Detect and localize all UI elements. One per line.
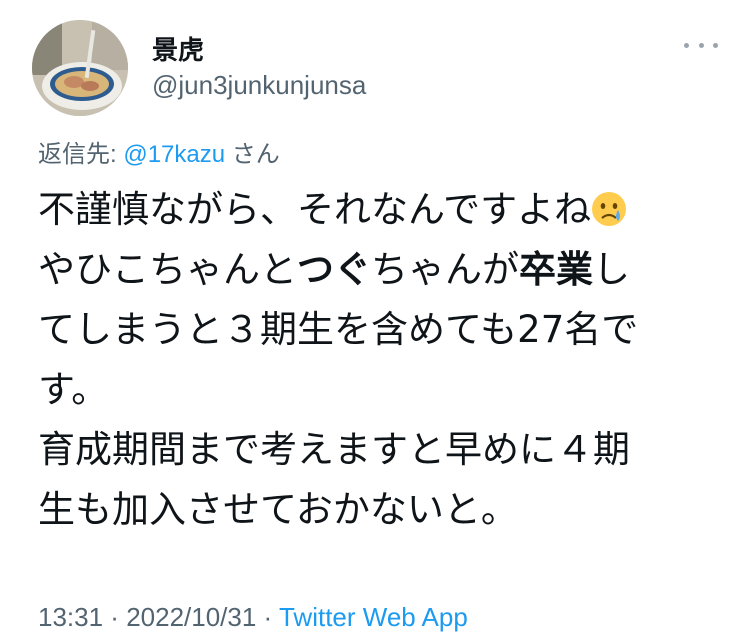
display-name[interactable]: 景虎 (152, 30, 204, 67)
reply-prefix: 返信先: (38, 141, 124, 168)
user-handle[interactable]: @jun3junkunjunsa (152, 70, 366, 101)
tweet-line-text: ちゃんが (371, 248, 519, 291)
tweet-line: 不謹慎ながら、それなんですよね (38, 180, 718, 240)
tweet-line-text: し (593, 248, 630, 291)
reply-suffix: さん (225, 141, 280, 168)
tweet-text: 不謹慎ながら、それなんですよね やひこちゃんとつぐちゃんが卒業し てしまうと３期… (38, 180, 718, 540)
more-dot (684, 42, 689, 48)
tweet-date[interactable]: 2022/10/31 (126, 602, 256, 632)
separator: · (256, 602, 279, 632)
tweet-meta: 13:31 · 2022/10/31 · Twitter Web App (38, 602, 468, 633)
source-link[interactable]: Twitter Web App (279, 602, 468, 632)
avatar[interactable] (32, 20, 128, 116)
reply-context: 返信先: @17kazu さん (38, 134, 280, 169)
tweet-line-text: 不謹慎ながら、それなんですよね (38, 188, 592, 231)
separator: · (103, 602, 127, 632)
tweet-line: 育成期間まで考えますと早めに４期 (38, 428, 630, 471)
tweet-time[interactable]: 13:31 (38, 602, 103, 632)
more-dot (713, 42, 718, 48)
ramen-bowl-photo (32, 20, 128, 116)
bold-text: 卒業 (519, 248, 593, 291)
tweet-line: す。 (38, 368, 109, 411)
tweet-line-text: やひこちゃんと (38, 248, 297, 291)
bold-text: つぐ (297, 248, 371, 291)
tweet-line: 生も加入させておかないと。 (38, 488, 518, 531)
tweet-line: てしまうと３期生を含めても27名で (38, 308, 639, 351)
reply-mention-link[interactable]: @17kazu (123, 141, 225, 168)
more-options-icon[interactable] (684, 38, 718, 52)
tweet-line: やひこちゃんとつぐちゃんが卒業し (38, 240, 718, 300)
more-dot (698, 42, 704, 48)
crying-face-emoji (592, 192, 627, 226)
